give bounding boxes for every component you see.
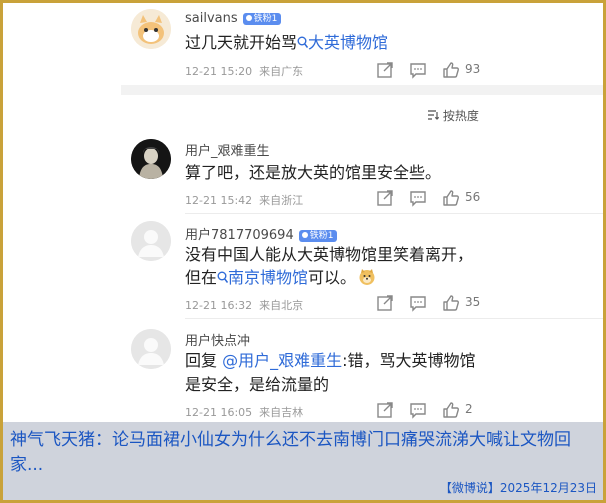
comment-text: 算了吧，还是放大英的馆里安全些。 (185, 163, 442, 182)
comment-text-line1: 回复 @用户_艰难重生:错，骂大英博物馆 (185, 348, 476, 373)
comment-text-body: 但在 (185, 268, 218, 287)
divider (185, 213, 603, 214)
comment-text-tail: 可以。 (308, 268, 357, 287)
share-icon[interactable] (375, 188, 395, 208)
share-icon[interactable] (375, 293, 395, 313)
share-icon[interactable] (375, 400, 395, 420)
avatar[interactable] (131, 221, 171, 261)
comment-meta: 12-21 15:20 来自广东 (185, 63, 303, 79)
topic-link[interactable]: 南京博物馆 (217, 268, 308, 287)
like-count: 93 (465, 62, 481, 76)
username[interactable]: 用户_艰难重生 (185, 140, 270, 159)
avatar[interactable] (131, 329, 171, 369)
comment-text-line2: 是安全，是给流量的 (185, 375, 330, 394)
reply-prefix: 回复 (185, 351, 223, 370)
divider (185, 318, 603, 319)
username-text[interactable]: 用户7817709694 (185, 228, 294, 243)
username-text[interactable]: 用户_艰难重生 (185, 144, 270, 159)
sort-button[interactable]: 按热度 (427, 107, 479, 124)
comment-text-line1: 没有中国人能从大英博物馆里笑着离开， (185, 245, 474, 264)
username[interactable]: 用户快点冲 (185, 330, 250, 349)
caption-text: 神气飞天猪：论马面裙小仙女为什么还不去南博门口痛哭流涕大喊让文物回家... (10, 430, 571, 475)
comment-text-body: 过几天就开始骂 (185, 33, 298, 52)
comment-location: 来自浙江 (259, 194, 304, 207)
comment-time: 12-21 15:20 (185, 65, 253, 78)
comment-location: 来自广东 (259, 65, 304, 78)
comment-time: 12-21 16:32 (185, 299, 253, 312)
like-count: 56 (465, 190, 481, 204)
action-bar: 35 (373, 293, 593, 313)
comment-meta: 12-21 15:42 来自浙江 (185, 192, 303, 208)
username[interactable]: 用户7817709694 铁粉1 (185, 224, 338, 243)
comment-icon[interactable] (408, 400, 428, 420)
comment-text-body: :错，骂大英博物馆 (342, 351, 476, 370)
topic-link-text[interactable]: 大英博物馆 (308, 33, 388, 52)
action-bar: 56 (373, 188, 593, 208)
share-icon[interactable] (375, 60, 395, 80)
comment-location: 来自吉林 (259, 406, 304, 419)
sort-label[interactable]: 按热度 (443, 109, 479, 123)
comment-meta: 12-21 16:05 来自吉林 (185, 404, 303, 420)
doge-emoji-icon (359, 269, 375, 285)
username[interactable]: sailvans 铁粉1 (185, 11, 282, 26)
badge-label: 铁粉1 (253, 13, 278, 24)
section-separator (121, 85, 603, 95)
sort-icon (428, 110, 440, 120)
badge-label: 铁粉1 (309, 230, 334, 241)
like-count: 35 (465, 295, 481, 309)
comment-meta: 12-21 16:32 来自北京 (185, 297, 303, 313)
mention-link[interactable]: @用户_艰难重生 (222, 351, 342, 370)
avatar[interactable] (131, 9, 171, 49)
topic-link-text[interactable]: 南京博物馆 (228, 268, 308, 287)
comment-icon[interactable] (408, 60, 428, 80)
comment-icon[interactable] (408, 188, 428, 208)
comment-icon[interactable] (408, 293, 428, 313)
fan-badge: 铁粉1 (242, 12, 282, 25)
avatar[interactable] (131, 139, 171, 179)
caption-footer: 【微博说】2025年12月23日 (439, 481, 597, 495)
comment-time: 12-21 16:05 (185, 406, 253, 419)
username-text[interactable]: sailvans (185, 11, 238, 26)
like-count: 2 (465, 402, 473, 416)
fan-badge: 铁粉1 (298, 229, 338, 242)
like-icon[interactable] (441, 400, 461, 420)
badge-icon (245, 15, 252, 21)
badge-icon (301, 232, 308, 238)
search-icon (217, 271, 229, 283)
comment-location: 来自北京 (259, 299, 304, 312)
comment-text: 过几天就开始骂 大英博物馆 (185, 30, 388, 55)
screenshot-frame: sailvans 铁粉1 过几天就开始骂 大英博物馆 12-21 15:20 来自广… (0, 0, 606, 503)
action-bar: 2 (373, 400, 593, 420)
like-icon[interactable] (441, 293, 461, 313)
caption-banner: 神气飞天猪：论马面裙小仙女为什么还不去南博门口痛哭流涕大喊让文物回家... 【微… (3, 422, 603, 500)
action-bar: 93 (373, 60, 593, 80)
comment-text-line2: 但在 南京博物馆可以。 (185, 265, 376, 290)
search-icon (297, 36, 309, 48)
like-icon[interactable] (441, 188, 461, 208)
topic-link[interactable]: 大英博物馆 (297, 33, 388, 52)
like-icon[interactable] (441, 60, 461, 80)
username-text[interactable]: 用户快点冲 (185, 334, 250, 349)
comment-time: 12-21 15:42 (185, 194, 253, 207)
